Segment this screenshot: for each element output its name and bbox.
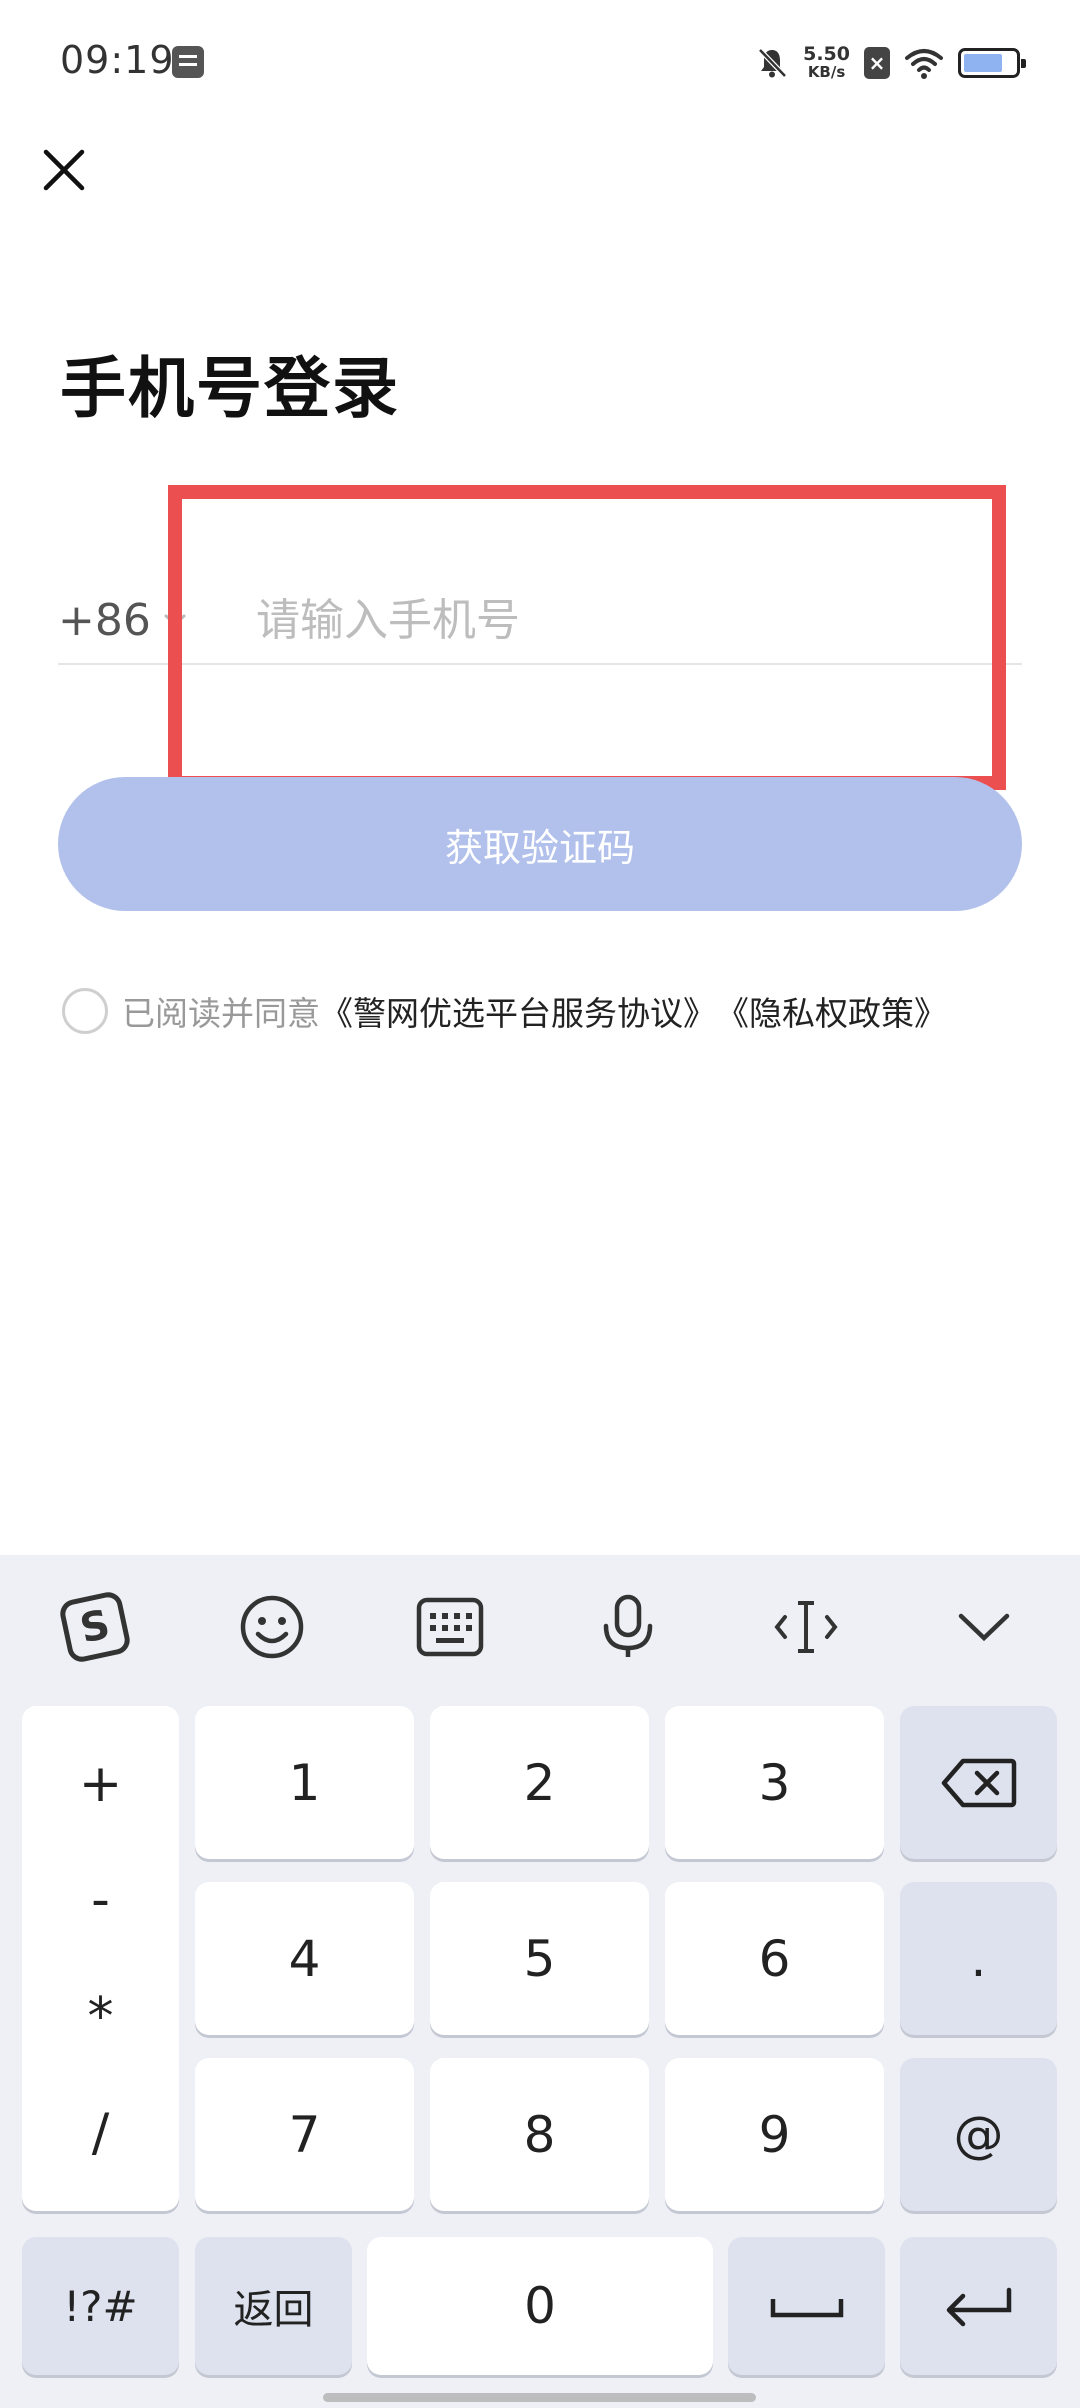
service-agreement-link[interactable]: 《警网优选平台服务协议》 [320, 987, 716, 1035]
key-6[interactable]: 6 [665, 1882, 884, 2035]
close-button[interactable] [30, 130, 100, 210]
enter-key[interactable] [900, 2237, 1057, 2375]
cursor-icon[interactable] [766, 1587, 846, 1667]
key-7[interactable]: 7 [195, 2058, 414, 2211]
key-at[interactable]: @ [900, 2058, 1057, 2211]
chevron-down-icon [164, 614, 186, 627]
microphone-icon[interactable] [588, 1587, 668, 1667]
country-code-selector[interactable]: +86 [58, 585, 189, 655]
key-slash[interactable]: / [92, 2107, 110, 2159]
privacy-policy-link[interactable]: 《隐私权政策》 [716, 987, 947, 1035]
key-asterisk[interactable]: * [88, 1991, 114, 2043]
close-icon [43, 149, 85, 191]
status-time: 09:19 [60, 38, 175, 82]
symbols-column: + - * / [22, 1706, 179, 2211]
phone-input[interactable] [256, 585, 1016, 655]
page-title: 手机号登录 [60, 350, 400, 427]
home-indicator[interactable] [323, 2393, 756, 2402]
bell-muted-icon [755, 46, 789, 80]
key-3[interactable]: 3 [665, 1706, 884, 1859]
svg-text:S: S [76, 1602, 114, 1653]
backspace-key[interactable] [900, 1706, 1057, 1859]
key-plus[interactable]: + [79, 1758, 123, 1810]
no-sim-icon: × [864, 47, 890, 79]
key-1[interactable]: 1 [195, 1706, 414, 1859]
backspace-icon [941, 1758, 1016, 1807]
notification-app-icon [172, 46, 204, 78]
country-code-label: +86 [58, 594, 151, 646]
wifi-icon [904, 46, 944, 80]
enter-icon [946, 2287, 1011, 2327]
agreement-row: 已阅读并同意 《警网优选平台服务协议》 《隐私权政策》 [62, 985, 947, 1037]
status-bar: 09:19 5.50 KB/s × [0, 0, 1080, 130]
space-key[interactable] [728, 2237, 885, 2375]
status-icons: 5.50 KB/s × [755, 38, 1026, 88]
key-4[interactable]: 4 [195, 1882, 414, 2035]
network-speed: 5.50 KB/s [803, 43, 850, 82]
emoji-icon[interactable] [232, 1587, 312, 1667]
network-speed-value: 5.50 [803, 43, 850, 65]
sogou-logo-icon[interactable]: S [55, 1587, 135, 1667]
numeric-keyboard: S + - * / 1 2 3 4 5 6 . 7 8 9 @ !?# 返回 0 [0, 1555, 1080, 2408]
back-key[interactable]: 返回 [195, 2237, 352, 2375]
key-2[interactable]: 2 [430, 1706, 649, 1859]
key-8[interactable]: 8 [430, 2058, 649, 2211]
network-speed-unit: KB/s [807, 63, 846, 81]
key-minus[interactable]: - [91, 1874, 110, 1926]
space-icon [770, 2299, 843, 2318]
key-dot[interactable]: . [900, 1882, 1057, 2035]
keyboard-icon[interactable] [410, 1587, 490, 1667]
login-page: 09:19 5.50 KB/s × 手机号登录 +86 请输入手机号 获取验证码… [0, 0, 1080, 2408]
get-verification-code-button[interactable]: 获取验证码 [58, 777, 1022, 911]
symbol-switch-key[interactable]: !?# [22, 2237, 179, 2375]
collapse-keyboard-icon[interactable] [944, 1587, 1024, 1667]
key-0[interactable]: 0 [367, 2237, 713, 2375]
keyboard-toolbar: S [0, 1555, 1080, 1695]
battery-icon [958, 48, 1026, 78]
phone-row: +86 [58, 575, 1022, 665]
agreement-prefix: 已阅读并同意 [122, 994, 320, 1033]
key-9[interactable]: 9 [665, 2058, 884, 2211]
key-5[interactable]: 5 [430, 1882, 649, 2035]
agreement-checkbox[interactable] [62, 988, 108, 1034]
